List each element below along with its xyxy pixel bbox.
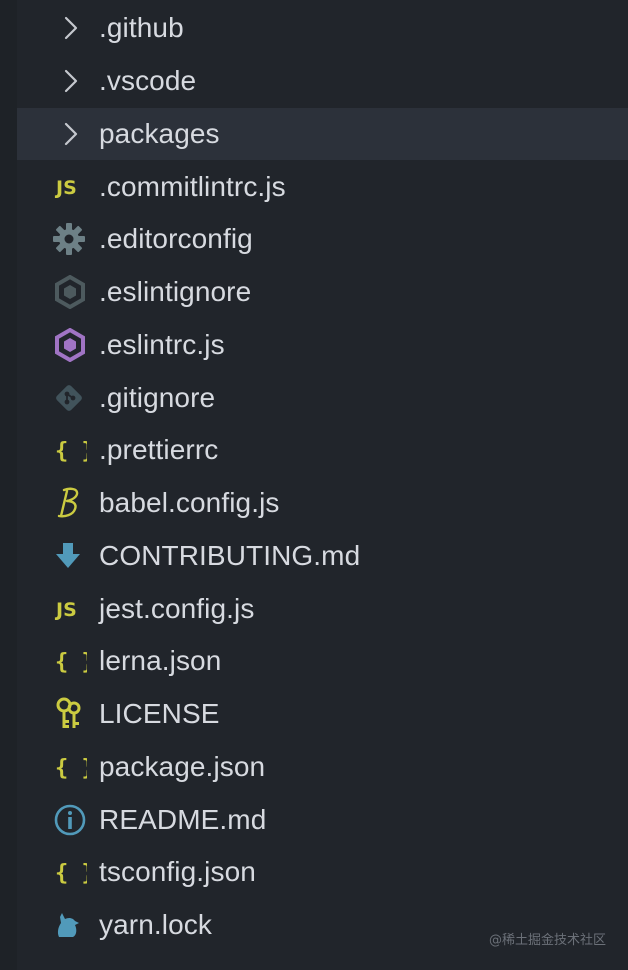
tree-file-row[interactable]: babel.config.js <box>0 477 628 530</box>
tree-item-label: packages <box>99 117 220 149</box>
tree-file-row[interactable]: { } tsconfig.json <box>0 846 628 899</box>
js-icon-graphic: JS <box>54 177 77 199</box>
json-braces-icon: { } <box>53 641 99 681</box>
tree-item-label: .prettierrc <box>99 434 219 466</box>
svg-text:JS: JS <box>54 177 77 199</box>
tree-file-row[interactable]: .eslintrc.js <box>0 319 628 372</box>
tree-item-label: .eslintrc.js <box>99 328 225 360</box>
tree-file-row[interactable]: JS .commitlintrc.js <box>0 160 628 213</box>
tree-item-label: .gitignore <box>99 381 216 413</box>
git-icon <box>53 378 99 418</box>
tree-item-label: yarn.lock <box>99 909 212 941</box>
json-braces-icon-graphic: { } <box>55 861 87 886</box>
eslint-muted-icon <box>53 272 99 312</box>
tree-item-label: .editorconfig <box>99 223 253 255</box>
svg-text:{ }: { } <box>55 861 87 886</box>
file-explorer: .github .vscode packages JS .commitlintrc.js… <box>0 0 628 970</box>
tree-item-label: tsconfig.json <box>99 856 256 888</box>
chevron-right-icon-graphic <box>64 17 78 40</box>
tree-file-row[interactable]: .editorconfig <box>0 213 628 266</box>
tree-item-label: .eslintignore <box>99 276 252 308</box>
tree-file-row[interactable]: .eslintignore <box>0 266 628 319</box>
tree-file-row[interactable]: { } .prettierrc <box>0 424 628 477</box>
tree-file-row[interactable]: JS jest.config.js <box>0 582 628 635</box>
gear-icon-graphic <box>53 223 85 256</box>
tree-item-label: .vscode <box>99 65 197 97</box>
git-icon-graphic <box>56 384 82 411</box>
json-braces-icon: { } <box>53 852 99 892</box>
yarn-cat-icon-graphic <box>57 913 79 938</box>
info-icon-graphic <box>54 804 86 835</box>
json-braces-icon-graphic: { } <box>55 439 87 464</box>
js-icon: JS <box>53 167 99 207</box>
json-braces-icon-graphic: { } <box>55 756 87 781</box>
chevron-right-icon-graphic <box>64 122 78 145</box>
svg-text:{ }: { } <box>55 756 87 781</box>
eslint-muted-icon-graphic <box>55 275 85 310</box>
chevron-right-icon[interactable] <box>63 61 99 101</box>
tree-file-row[interactable]: { } package.json <box>0 741 628 794</box>
tree-item-label: LICENSE <box>99 698 220 730</box>
tree-item-label: .github <box>99 12 184 44</box>
tree-item-label: jest.config.js <box>99 592 255 624</box>
tree-item-label: package.json <box>99 750 266 782</box>
tree-folder-row[interactable]: packages <box>17 107 628 161</box>
tree-file-row[interactable]: LICENSE <box>0 688 628 741</box>
tree-file-row[interactable]: README.md <box>0 793 628 846</box>
eslint-icon <box>53 325 99 365</box>
chevron-right-icon-graphic <box>64 70 78 93</box>
gear-icon <box>53 219 99 259</box>
tree-folder-row[interactable]: .github <box>0 2 628 55</box>
json-braces-icon-graphic: { } <box>55 650 87 675</box>
chevron-right-icon[interactable] <box>63 114 99 154</box>
keys-icon-graphic <box>56 697 81 729</box>
chevron-right-icon[interactable] <box>63 8 99 48</box>
tree-folder-row[interactable]: .vscode <box>0 55 628 108</box>
yarn-cat-icon <box>53 905 99 945</box>
markdown-download-icon-graphic <box>56 542 80 568</box>
tree-item-label: README.md <box>99 803 267 835</box>
json-braces-icon: { } <box>53 430 99 470</box>
markdown-download-icon <box>53 536 99 576</box>
js-icon: JS <box>53 589 99 629</box>
file-tree: .github .vscode packages JS .commitlintrc.js… <box>0 2 628 952</box>
tree-file-row[interactable]: .gitignore <box>0 371 628 424</box>
svg-text:{ }: { } <box>55 439 87 464</box>
json-braces-icon: { } <box>53 747 99 787</box>
babel-icon <box>53 483 99 523</box>
svg-text:JS: JS <box>54 599 77 621</box>
svg-text:{ }: { } <box>55 650 87 675</box>
eslint-icon-graphic <box>55 327 85 362</box>
info-icon <box>53 800 99 840</box>
watermark: @稀土掘金技术社区 <box>488 933 606 948</box>
tree-item-label: CONTRIBUTING.md <box>99 539 361 571</box>
babel-icon-graphic <box>57 487 79 518</box>
js-icon-graphic: JS <box>54 599 77 621</box>
tree-file-row[interactable]: CONTRIBUTING.md <box>0 530 628 583</box>
tree-file-row[interactable]: { } lerna.json <box>0 635 628 688</box>
tree-item-label: babel.config.js <box>99 487 280 519</box>
tree-item-label: lerna.json <box>99 645 222 677</box>
keys-icon <box>53 694 99 734</box>
tree-item-label: .commitlintrc.js <box>99 170 286 202</box>
